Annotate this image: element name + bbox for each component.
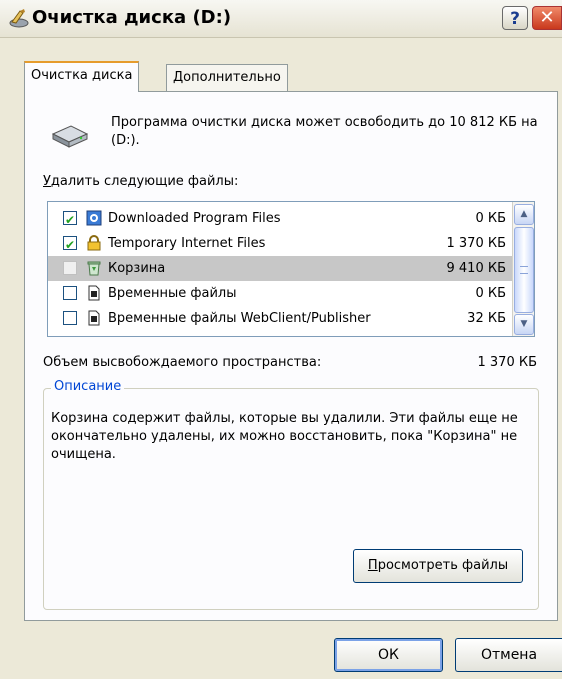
file-size: 1 370 КБ (446, 236, 507, 251)
list-label-rest: далить следующие файлы: (50, 174, 239, 189)
description-legend: Описание (51, 379, 125, 394)
checkbox[interactable] (63, 286, 77, 300)
checkbox[interactable]: ✔ (63, 211, 77, 227)
window-title: Очистка диска (D:) (32, 7, 232, 28)
disk-cleanup-icon (9, 9, 29, 28)
grip-icon (520, 266, 528, 274)
cleanup-info-text: Программа очистки диска может освободить… (111, 115, 538, 148)
file-size: 9 410 КБ (446, 261, 507, 276)
list-item[interactable]: Корзина 9 410 КБ (48, 256, 512, 281)
tab-more-options[interactable]: Дополнительно (166, 64, 288, 91)
files-list-label: Удалить следующие файлы: (43, 174, 238, 189)
list-item[interactable]: Временные файлы WebClient/Publisher 32 К… (48, 306, 512, 331)
list-item[interactable]: ✔ Temporary Internet Files 1 370 КБ (48, 231, 512, 256)
checkmark-icon: ✔ (65, 213, 76, 227)
ok-button[interactable]: ОК (334, 638, 443, 672)
cancel-button[interactable]: Отмена (455, 638, 562, 672)
close-button[interactable]: ✕ (532, 6, 562, 30)
list-item[interactable]: Временные файлы 0 КБ (48, 281, 512, 306)
checkbox[interactable]: ✔ (63, 236, 77, 252)
list-scrollbar[interactable]: ▲ ▼ (512, 202, 534, 336)
document-icon (88, 285, 100, 301)
view-files-accel: П (367, 558, 378, 573)
file-size: 0 КБ (475, 286, 506, 301)
tab-disk-cleanup[interactable]: Очистка диска (24, 61, 140, 92)
checkmark-icon: ✔ (65, 238, 76, 252)
disk-cleanup-window: Очистка диска (D:) ? ✕ Очистка диска Доп… (0, 0, 562, 679)
title-bar[interactable]: Очистка диска (D:) ? ✕ (0, 0, 562, 38)
hard-drive-icon (51, 125, 89, 148)
view-files-button[interactable]: Просмотреть файлы (353, 549, 523, 583)
activex-icon (86, 210, 102, 226)
list-label-accel: У (43, 174, 51, 189)
recycle-bin-icon (87, 261, 101, 276)
view-files-rest: росмотреть файлы (377, 558, 509, 573)
list-item[interactable]: ✔ Downloaded Program Files 0 КБ (48, 206, 512, 231)
scroll-up-icon[interactable]: ▲ (514, 204, 534, 225)
tab-panel: Программа очистки диска может освободить… (24, 91, 558, 621)
file-name: Временные файлы WebClient/Publisher (108, 311, 371, 326)
document-icon (88, 310, 100, 326)
checkbox[interactable] (63, 261, 77, 275)
help-button[interactable]: ? (502, 6, 528, 30)
file-size: 0 КБ (475, 211, 506, 226)
scroll-down-icon[interactable]: ▼ (514, 314, 534, 335)
file-name: Temporary Internet Files (108, 236, 266, 251)
space-value: 1 370 КБ (477, 355, 538, 370)
file-size: 32 КБ (467, 311, 506, 326)
space-label: Объем высвобождаемого пространства: (43, 355, 322, 370)
files-listbox[interactable]: ✔ Downloaded Program Files 0 КБ ✔ Tempor… (47, 201, 535, 337)
file-name: Временные файлы (108, 286, 237, 301)
description-text: Корзина содержит файлы, которые вы удали… (51, 411, 518, 462)
lock-icon (87, 235, 101, 251)
scroll-thumb[interactable] (514, 227, 534, 313)
file-name: Downloaded Program Files (108, 211, 281, 226)
file-name: Корзина (108, 261, 166, 276)
checkbox[interactable] (63, 311, 77, 325)
